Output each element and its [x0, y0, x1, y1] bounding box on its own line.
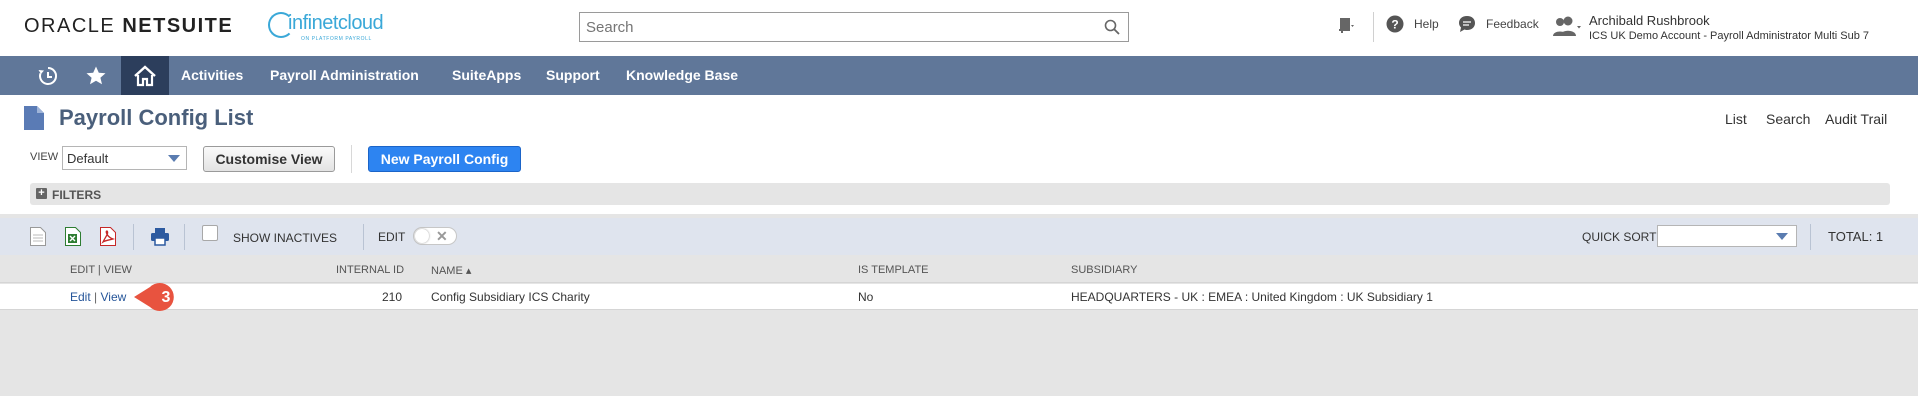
edit-toggle-label: EDIT — [378, 230, 406, 244]
role-switcher[interactable] — [1552, 16, 1582, 38]
table-row: Edit | View 210 Config Subsidiary ICS Ch… — [0, 284, 1918, 310]
new-payroll-config-button[interactable]: New Payroll Config — [368, 146, 521, 172]
cell-name: Config Subsidiary ICS Charity — [431, 290, 590, 304]
column-subsidiary[interactable]: SUBSIDIARY — [1071, 264, 1137, 276]
home-button[interactable] — [121, 56, 169, 95]
home-icon — [134, 64, 156, 86]
user-role[interactable]: ICS UK Demo Account - Payroll Administra… — [1589, 30, 1869, 42]
cell-internal-id: 210 — [382, 290, 403, 304]
chevron-down-icon — [168, 155, 180, 162]
infinetcloud-logo-name: infinetcloud — [288, 12, 384, 34]
expand-plus-icon: + — [36, 188, 47, 199]
oracle-netsuite-logo[interactable]: ORACLE NETSUITE — [24, 15, 233, 38]
filters-toggle[interactable]: + FILTERS — [30, 183, 1890, 205]
infinetcloud-logo: infinetcloud ON PLATFORM PAYROLL — [268, 10, 398, 44]
step-callout-badge: 3 — [134, 283, 174, 311]
star-icon — [86, 66, 106, 84]
show-inactives-label: SHOW INACTIVES — [233, 231, 338, 245]
user-name[interactable]: Archibald Rushbrook — [1589, 13, 1710, 28]
toolbar-divider — [1810, 224, 1811, 250]
toolbar-divider — [184, 224, 185, 250]
nav-activities[interactable]: Activities — [181, 67, 243, 83]
document-icon — [24, 106, 44, 130]
column-edit-view: EDIT | VIEW — [70, 264, 132, 276]
quick-sort-label: QUICK SORT — [1582, 230, 1657, 244]
cell-is-template: No — [858, 290, 874, 304]
history-icon — [38, 66, 57, 85]
nav-knowledge-base[interactable]: Knowledge Base — [626, 67, 738, 83]
help-link[interactable]: ? Help — [1386, 15, 1439, 33]
list-toolbar: SHOW INACTIVES EDIT ✕ QUICK SORT TOTAL: … — [0, 218, 1918, 255]
link-separator: | — [94, 290, 98, 304]
view-select[interactable]: Default — [62, 146, 187, 170]
button-divider — [351, 145, 352, 173]
edit-link[interactable]: Edit — [70, 290, 91, 304]
view-label: VIEW — [30, 151, 59, 163]
view-link[interactable]: View — [101, 290, 127, 304]
column-is-template[interactable]: IS TEMPLATE — [858, 264, 929, 276]
customise-view-button[interactable]: Customise View — [203, 146, 335, 172]
search-icon[interactable] — [1104, 19, 1120, 35]
step-number: 3 — [162, 289, 171, 306]
quick-sort-select[interactable] — [1657, 225, 1797, 247]
toolbar-divider — [363, 224, 364, 250]
export-excel-icon[interactable] — [65, 227, 81, 246]
feedback-label: Feedback — [1486, 17, 1539, 31]
audit-trail-link[interactable]: Audit Trail — [1825, 111, 1887, 127]
page-title: Payroll Config List — [59, 105, 254, 130]
column-internal-id[interactable]: INTERNAL ID — [336, 264, 404, 276]
svg-text:?: ? — [1391, 18, 1398, 32]
recent-records-button[interactable] — [24, 56, 72, 95]
search-input[interactable] — [580, 13, 1080, 41]
nav-suiteapps[interactable]: SuiteApps — [452, 67, 521, 83]
cell-subsidiary: HEADQUARTERS - UK : EMEA : United Kingdo… — [1071, 290, 1433, 304]
global-search[interactable] — [579, 12, 1129, 42]
show-inactives-checkbox[interactable] — [202, 225, 218, 241]
chevron-down-icon — [1776, 233, 1788, 240]
infinetcloud-logo-tag: ON PLATFORM PAYROLL — [301, 36, 372, 42]
table-header: EDIT | VIEW INTERNAL ID NAME ▴ IS TEMPLA… — [0, 257, 1918, 283]
create-new-icon — [1339, 18, 1354, 33]
toolbar-divider — [133, 224, 134, 250]
help-icon: ? — [1386, 15, 1404, 33]
total-count: TOTAL: 1 — [1828, 229, 1884, 244]
export-pdf-icon[interactable] — [100, 227, 116, 246]
print-icon[interactable] — [150, 227, 170, 246]
search-link[interactable]: Search — [1766, 111, 1810, 127]
main-navigation: Activities Payroll Administration SuiteA… — [0, 56, 1918, 95]
filters-label: FILTERS — [52, 188, 102, 202]
toggle-knob — [415, 229, 429, 243]
feedback-link[interactable]: Feedback — [1458, 15, 1539, 33]
create-new-menu[interactable] — [1336, 16, 1358, 38]
shortcuts-button[interactable] — [72, 56, 120, 95]
list-link[interactable]: List — [1725, 111, 1747, 127]
nav-payroll-administration[interactable]: Payroll Administration — [270, 67, 419, 83]
users-icon — [1553, 16, 1581, 36]
nav-support[interactable]: Support — [546, 67, 600, 83]
inline-edit-toggle[interactable]: ✕ — [413, 227, 457, 245]
view-select-value: Default — [67, 151, 109, 166]
help-label: Help — [1414, 17, 1439, 31]
close-icon: ✕ — [436, 228, 448, 244]
header: ORACLE NETSUITE infinetcloud ON PLATFORM… — [0, 0, 1918, 56]
export-csv-icon[interactable] — [30, 227, 46, 246]
feedback-icon — [1459, 16, 1475, 32]
column-name[interactable]: NAME ▴ — [431, 264, 471, 277]
header-divider — [1373, 12, 1374, 42]
